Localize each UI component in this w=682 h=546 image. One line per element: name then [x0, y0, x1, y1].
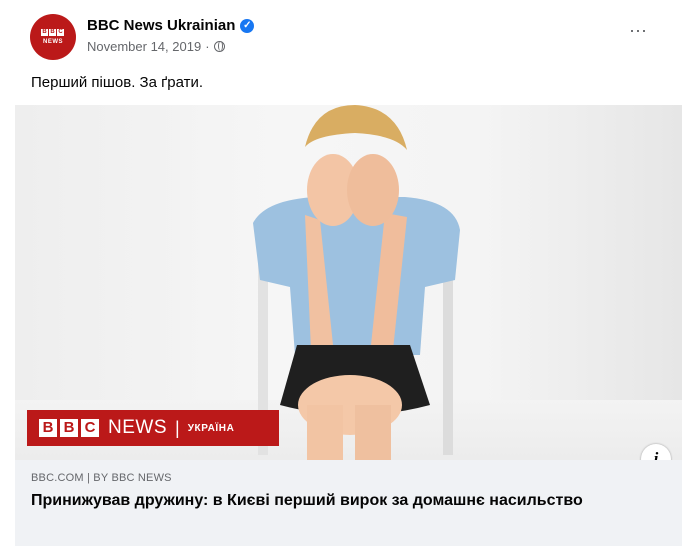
link-domain: BBC.COM | BY BBC NEWS	[31, 472, 172, 484]
avatar-block-b2: B	[49, 29, 56, 36]
bbc-block-b2: B	[60, 419, 78, 437]
avatar-logo: B B C	[41, 29, 64, 36]
bbc-logo: B B C	[39, 419, 99, 437]
post-date-link[interactable]: November 14, 2019	[87, 39, 201, 54]
bbc-news-word: NEWS	[108, 417, 167, 438]
bbc-news-banner: B B C NEWS | УКРАЇНА	[27, 410, 279, 446]
chair-leg-right	[443, 265, 453, 455]
avatar-block-b1: B	[41, 29, 48, 36]
post-meta: November 14, 2019 ·	[87, 39, 225, 54]
bbc-block-b1: B	[39, 419, 57, 437]
post-caption: Перший пішов. За ґрати.	[31, 74, 204, 91]
hair	[305, 105, 407, 150]
verified-badge-icon: ✓	[240, 18, 255, 33]
post-header: B B C NEWS BBC News Ukrainian ✓ November…	[30, 14, 666, 64]
avatar-block-c: C	[57, 29, 64, 36]
leg-left	[307, 405, 343, 460]
right-hand	[347, 154, 399, 226]
blue-shirt	[253, 197, 460, 355]
avatar-news-text: NEWS	[43, 39, 63, 45]
page-avatar[interactable]: B B C NEWS	[30, 14, 76, 60]
globe-icon[interactable]	[213, 41, 225, 52]
bbc-region-label: УКРАЇНА	[187, 422, 235, 434]
link-preview-details[interactable]: BBC.COM | BY BBC NEWS Принижував дружину…	[15, 460, 682, 546]
link-headline[interactable]: Принижував дружину: в Києві перший вирок…	[31, 490, 631, 511]
page-name-row: BBC News Ukrainian ✓	[87, 17, 255, 34]
leg-right	[355, 405, 391, 460]
page-name-link[interactable]: BBC News Ukrainian	[87, 17, 235, 34]
link-preview-image[interactable]: B B C NEWS | УКРАЇНА	[15, 105, 682, 460]
meta-separator: ·	[205, 39, 210, 54]
facebook-post: B B C NEWS BBC News Ukrainian ✓ November…	[0, 0, 682, 546]
woman-photo-illustration	[253, 105, 460, 460]
more-options-icon[interactable]: ⋯	[629, 22, 648, 40]
bbc-block-c: C	[81, 419, 99, 437]
bbc-banner-separator: |	[175, 417, 180, 438]
